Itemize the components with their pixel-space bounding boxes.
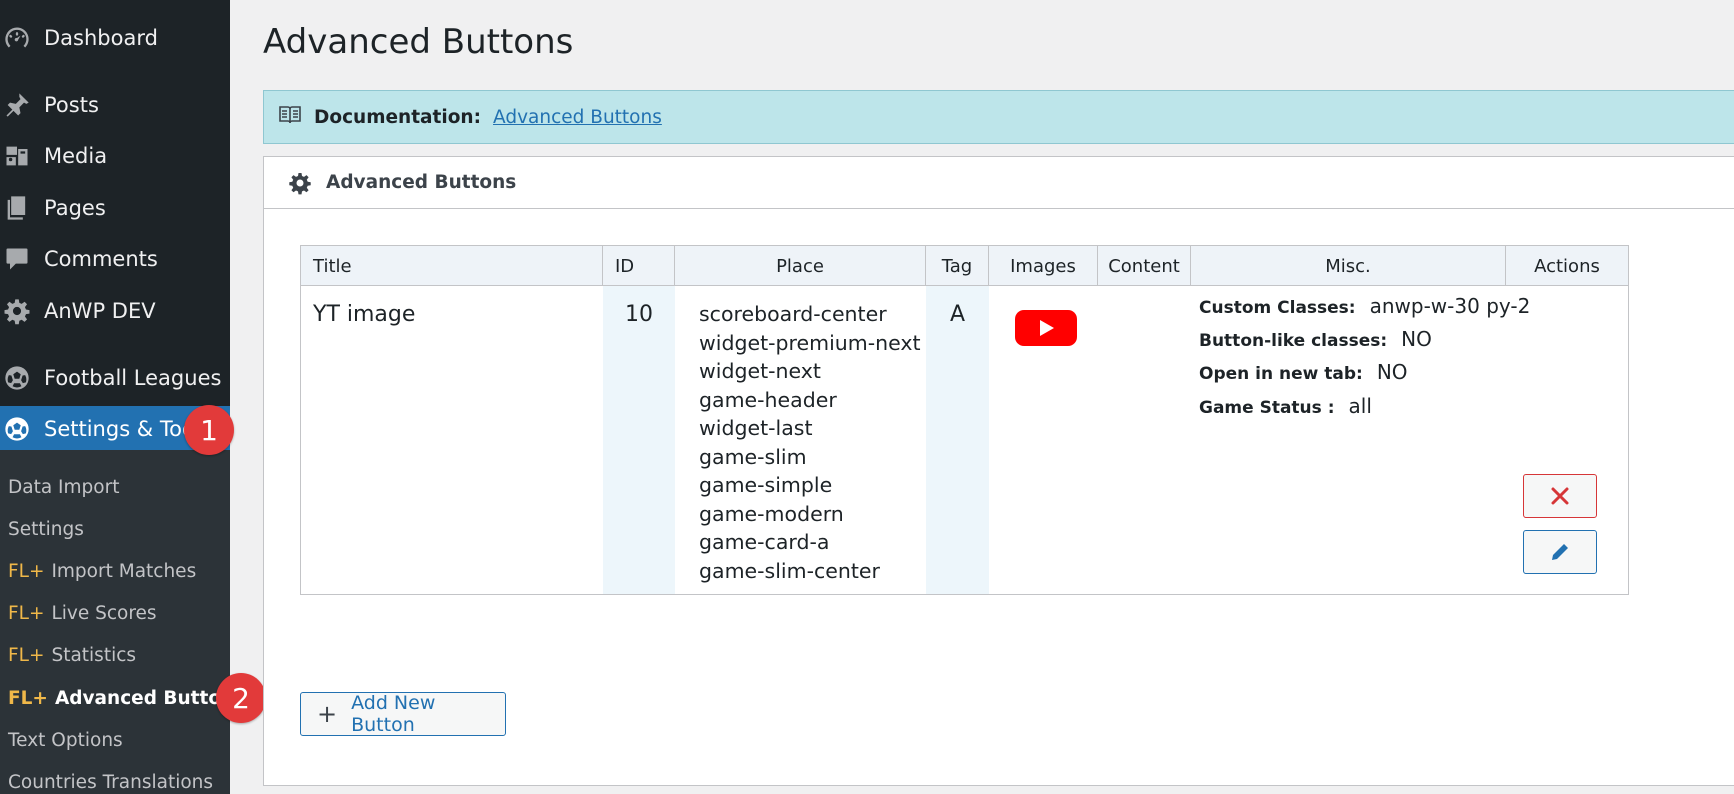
comment-icon <box>0 236 44 282</box>
submenu-item-live-scores[interactable]: FL+ Live Scores <box>8 593 157 633</box>
sidebar-item-pages[interactable]: Pages <box>0 185 230 231</box>
sidebar-item-anwp-dev[interactable]: AnWP DEV <box>0 288 230 334</box>
cell-misc: Custom Classes: anwp-w-30 py-2 Button-lik… <box>1199 286 1530 594</box>
fl-plus-prefix: FL+ <box>8 602 45 624</box>
sidebar-item-media[interactable]: Media <box>0 133 230 179</box>
fl-plus-prefix: FL+ <box>8 560 45 582</box>
pin-icon <box>0 82 44 128</box>
documentation-label: Documentation: <box>314 106 481 128</box>
column-header-actions: Actions <box>1534 255 1600 277</box>
sidebar-item-label: Football Leagues <box>44 366 222 390</box>
misc-button-like-classes: Button-like classes: NO <box>1199 327 1432 351</box>
misc-custom-classes: Custom Classes: anwp-w-30 py-2 <box>1199 294 1531 318</box>
sidebar-item-label: Comments <box>44 247 158 271</box>
advanced-buttons-panel: Advanced Buttons Title ID Place Tag Imag… <box>263 156 1734 786</box>
submenu-item-advanced-buttons[interactable]: FL+ Advanced Buttons <box>8 678 245 718</box>
dashboard-icon <box>0 15 44 61</box>
submenu-item-settings[interactable]: Settings <box>8 509 84 549</box>
media-icon <box>0 133 44 179</box>
edit-button[interactable] <box>1523 530 1597 574</box>
pencil-icon <box>1552 544 1568 560</box>
cell-content <box>1098 286 1191 594</box>
add-new-button-label: Add New Button <box>351 692 436 736</box>
add-new-button[interactable]: + Add New Button <box>300 692 506 736</box>
column-header-id: ID <box>603 246 675 286</box>
fl-plus-prefix: FL+ <box>8 687 48 709</box>
documentation-link[interactable]: Advanced Buttons <box>493 107 662 128</box>
column-header-place: Place <box>675 246 926 286</box>
panel-header: Advanced Buttons <box>264 157 1734 209</box>
sidebar-item-label: AnWP DEV <box>44 299 156 323</box>
column-header-misc: Misc. <box>1191 246 1506 286</box>
place-item: scoreboard-center <box>699 302 887 326</box>
football-icon <box>0 406 44 452</box>
cell-title: YT image <box>313 302 603 327</box>
column-header-images: Images <box>989 246 1098 286</box>
pages-icon <box>0 185 44 231</box>
table-header-row: Title ID Place Tag Images Content Misc. … <box>301 246 1628 286</box>
football-icon <box>0 355 44 401</box>
step-badge-2: 2 <box>216 673 266 723</box>
panel-title: Advanced Buttons <box>326 172 517 193</box>
submenu-item-data-import[interactable]: Data Import <box>8 467 119 507</box>
place-item: game-card-a <box>699 530 830 554</box>
gear-icon <box>289 172 311 194</box>
column-header-tag: Tag <box>926 246 989 286</box>
submenu-item-text-options[interactable]: Text Options <box>8 720 123 760</box>
cell-tag: A <box>926 286 989 594</box>
buttons-table: Title ID Place Tag Images Content Misc. … <box>300 245 1629 595</box>
documentation-notice: Documentation: Advanced Buttons <box>263 90 1734 144</box>
button-tag: A <box>949 302 966 327</box>
sidebar-item-posts[interactable]: Posts <box>0 82 230 128</box>
sidebar-item-football-leagues[interactable]: Football Leagues <box>0 355 230 401</box>
button-id: 10 <box>625 302 653 327</box>
place-item: game-modern <box>699 501 844 526</box>
cell-place: scoreboard-center widget-premium-next wi… <box>699 300 926 585</box>
book-icon <box>278 105 302 130</box>
misc-game-status: Game Status : all <box>1199 394 1372 418</box>
gear-icon <box>0 288 44 334</box>
sidebar-item-dashboard[interactable]: Dashboard <box>0 15 230 61</box>
place-item: widget-last <box>699 416 813 440</box>
sidebar-item-label: Media <box>44 144 108 168</box>
close-icon <box>1551 487 1569 505</box>
fl-plus-prefix: FL+ <box>8 644 45 666</box>
place-item: game-header <box>699 387 837 412</box>
misc-open-new-tab: Open in new tab: NO <box>1199 360 1408 384</box>
submenu-item-countries-translations[interactable]: Countries Translations <box>8 762 213 794</box>
admin-sidebar: Dashboard Posts Media Pages Comments AnW… <box>0 0 245 794</box>
delete-button[interactable] <box>1523 474 1597 518</box>
column-header-title: Title <box>301 246 603 286</box>
button-title: YT image <box>313 302 416 327</box>
youtube-icon <box>1015 310 1077 350</box>
sidebar-item-label: Posts <box>44 93 99 117</box>
step-badge-1: 1 <box>184 405 234 455</box>
cell-id: 10 <box>603 286 675 594</box>
column-header-content: Content <box>1098 246 1191 286</box>
place-item: widget-premium-next <box>699 330 921 355</box>
place-item: widget-next <box>699 359 821 383</box>
place-item: game-slim-center <box>699 558 880 583</box>
submenu-item-import-matches[interactable]: FL+ Import Matches <box>8 551 196 591</box>
sidebar-item-comments[interactable]: Comments <box>0 236 230 282</box>
settings-submenu: Data Import Settings FL+ Import Matches F… <box>0 450 245 794</box>
plus-icon: + <box>317 700 338 728</box>
sidebar-item-label: Settings & Tools <box>44 417 194 441</box>
submenu-item-statistics[interactable]: FL+ Statistics <box>8 635 136 675</box>
sidebar-item-label: Dashboard <box>44 26 158 50</box>
place-item: game-simple <box>699 473 833 497</box>
place-item: game-slim <box>699 444 807 469</box>
page-title: Advanced Buttons <box>263 22 574 62</box>
sidebar-item-label: Pages <box>44 196 106 220</box>
